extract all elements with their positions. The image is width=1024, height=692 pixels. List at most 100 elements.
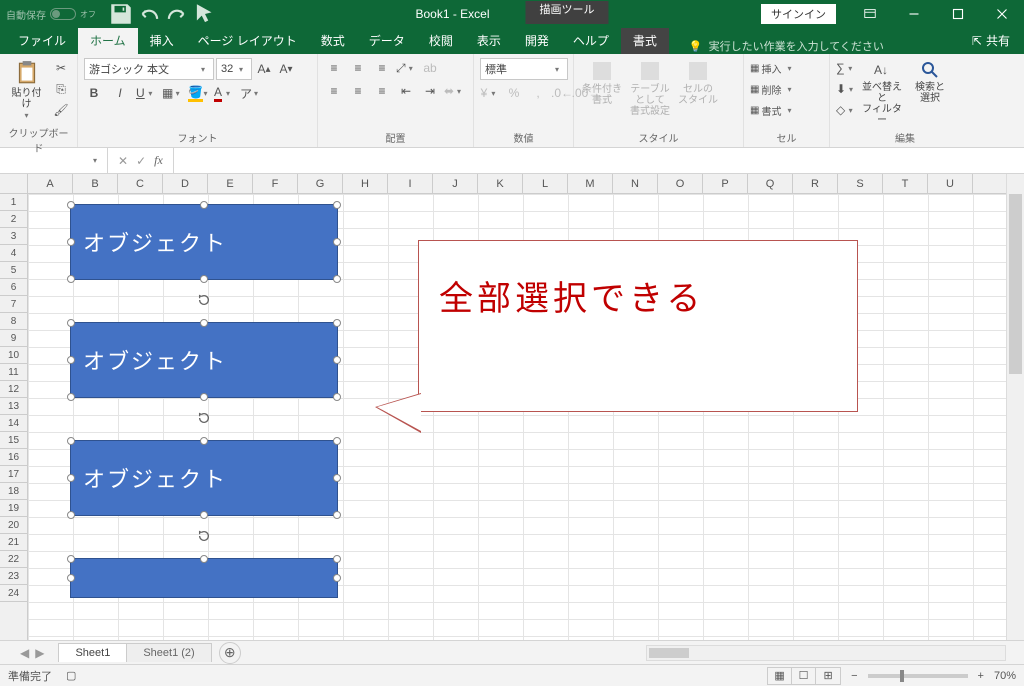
row-header[interactable]: 19 (0, 500, 27, 517)
cell-styles-button[interactable]: セルの スタイル (676, 58, 720, 108)
column-header[interactable]: O (658, 174, 703, 193)
insert-cells-button[interactable]: ▦ 挿入 ▾ (750, 58, 795, 78)
enter-formula-icon[interactable]: ✓ (136, 154, 146, 168)
percent-icon[interactable]: % (504, 83, 524, 103)
row-header[interactable]: 16 (0, 449, 27, 466)
column-header[interactable]: R (793, 174, 838, 193)
row-header[interactable]: 3 (0, 228, 27, 245)
decrease-font-icon[interactable]: A▾ (276, 59, 296, 79)
align-bottom-icon[interactable]: ≡ (372, 58, 392, 78)
rotate-handle-icon[interactable] (197, 523, 211, 537)
row-header[interactable]: 8 (0, 313, 27, 330)
row-header[interactable]: 24 (0, 585, 27, 602)
shape-object-3[interactable]: オブジェクト (70, 440, 338, 516)
format-painter-icon[interactable]: 🖌 (51, 100, 71, 120)
delete-cells-button[interactable]: ▦ 削除 ▾ (750, 79, 795, 99)
shape-object-4[interactable] (70, 558, 338, 598)
font-name-combo[interactable]: 游ゴシック 本文▾ (84, 58, 214, 80)
column-header[interactable]: A (28, 174, 73, 193)
add-sheet-button[interactable]: ⊕ (219, 642, 241, 664)
fill-color-icon[interactable]: 🪣▾ (188, 83, 208, 103)
column-header[interactable]: I (388, 174, 433, 193)
row-header[interactable]: 23 (0, 568, 27, 585)
maximize-icon[interactable] (936, 0, 980, 28)
column-header[interactable]: L (523, 174, 568, 193)
zoom-slider[interactable] (868, 674, 968, 678)
signin-button[interactable]: サインイン (761, 4, 836, 24)
align-center-icon[interactable]: ≡ (348, 81, 368, 101)
row-header[interactable]: 11 (0, 364, 27, 381)
formula-input[interactable] (174, 148, 1024, 173)
row-headers[interactable]: 123456789101112131415161718192021222324 (0, 194, 28, 640)
row-header[interactable]: 1 (0, 194, 27, 211)
page-break-view-icon[interactable]: ⊞ (816, 668, 840, 684)
close-icon[interactable] (980, 0, 1024, 28)
rotate-handle-icon[interactable] (197, 287, 211, 301)
column-header[interactable]: F (253, 174, 298, 193)
minimize-icon[interactable] (892, 0, 936, 28)
row-header[interactable]: 9 (0, 330, 27, 347)
tab-view[interactable]: 表示 (465, 27, 513, 54)
phonetic-icon[interactable]: ア▾ (240, 83, 260, 103)
tab-insert[interactable]: 挿入 (138, 27, 186, 54)
undo-icon[interactable] (136, 2, 162, 26)
vertical-scrollbar[interactable] (1006, 174, 1024, 640)
paste-button[interactable]: 貼り付け▾ (6, 58, 47, 123)
callout-annotation[interactable]: 全部選択できる (418, 240, 858, 412)
column-header[interactable]: M (568, 174, 613, 193)
align-left-icon[interactable]: ≡ (324, 81, 344, 101)
row-header[interactable]: 20 (0, 517, 27, 534)
shape-object-2[interactable]: オブジェクト (70, 322, 338, 398)
tab-home[interactable]: ホーム (78, 27, 138, 54)
column-header[interactable]: B (73, 174, 118, 193)
column-headers[interactable]: ABCDEFGHIJKLMNOPQRSTU (28, 174, 1006, 194)
tab-format[interactable]: 書式 (621, 27, 669, 54)
column-header[interactable]: K (478, 174, 523, 193)
tab-review[interactable]: 校閲 (417, 27, 465, 54)
rotate-handle-icon[interactable] (197, 405, 211, 419)
indent-increase-icon[interactable]: ⇥ (420, 81, 440, 101)
column-header[interactable]: N (613, 174, 658, 193)
horizontal-scrollbar[interactable] (646, 645, 1006, 661)
row-header[interactable]: 14 (0, 415, 27, 432)
ribbon-options-icon[interactable] (848, 0, 892, 28)
find-select-button[interactable]: 検索と 選択 (908, 58, 952, 106)
fx-icon[interactable]: fx (154, 153, 163, 168)
column-header[interactable]: T (883, 174, 928, 193)
redo-icon[interactable] (164, 2, 190, 26)
column-header[interactable]: Q (748, 174, 793, 193)
column-header[interactable]: P (703, 174, 748, 193)
column-header[interactable]: U (928, 174, 973, 193)
tab-file[interactable]: ファイル (6, 27, 78, 54)
row-header[interactable]: 17 (0, 466, 27, 483)
share-button[interactable]: ⇱ 共有 (958, 27, 1024, 54)
copy-icon[interactable]: ⎘ (51, 79, 71, 99)
zoom-level[interactable]: 70% (994, 670, 1016, 682)
row-header[interactable]: 10 (0, 347, 27, 364)
merge-icon[interactable]: ⬌▾ (444, 81, 464, 101)
column-header[interactable]: E (208, 174, 253, 193)
tab-formulas[interactable]: 数式 (309, 27, 357, 54)
currency-icon[interactable]: ¥▾ (480, 83, 500, 103)
sheet-tab-1[interactable]: Sheet1 (58, 643, 127, 662)
align-middle-icon[interactable]: ≡ (348, 58, 368, 78)
fill-icon[interactable]: ⬇▾ (836, 79, 856, 99)
macro-record-icon[interactable]: ▢ (66, 669, 76, 682)
row-header[interactable]: 22 (0, 551, 27, 568)
underline-icon[interactable]: U▾ (136, 83, 156, 103)
zoom-in-icon[interactable]: + (978, 670, 984, 682)
row-header[interactable]: 2 (0, 211, 27, 228)
tab-help[interactable]: ヘルプ (561, 27, 621, 54)
comma-icon[interactable]: , (528, 83, 548, 103)
font-color-icon[interactable]: A▾ (214, 83, 234, 103)
clear-icon[interactable]: ◇▾ (836, 100, 856, 120)
column-header[interactable]: D (163, 174, 208, 193)
prev-sheet-icon[interactable]: ◀ (20, 646, 29, 660)
number-format-combo[interactable]: 標準▾ (480, 58, 568, 80)
shape-object-1[interactable]: オブジェクト (70, 204, 338, 280)
row-header[interactable]: 4 (0, 245, 27, 262)
tab-developer[interactable]: 開発 (513, 27, 561, 54)
row-header[interactable]: 7 (0, 296, 27, 313)
sort-filter-button[interactable]: A↓並べ替えと フィルター (860, 58, 904, 128)
worksheet-area[interactable]: ABCDEFGHIJKLMNOPQRSTU 123456789101112131… (0, 174, 1024, 640)
